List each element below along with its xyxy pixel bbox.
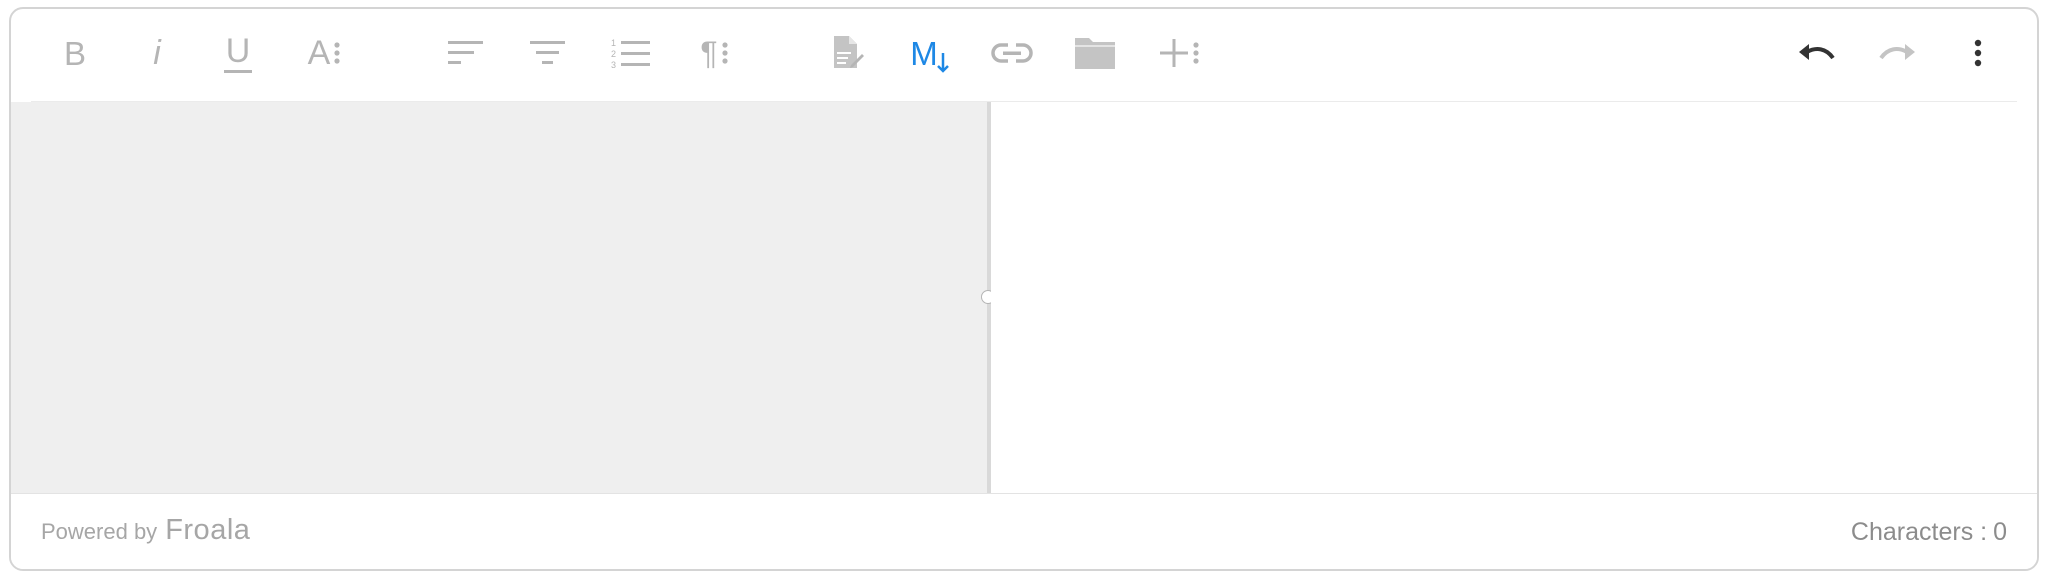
arrow-down-icon — [936, 52, 949, 73]
italic-button[interactable]: i — [127, 23, 187, 83]
underline-bar — [224, 69, 252, 73]
markdown-button[interactable]: M — [900, 23, 960, 83]
insert-file-button[interactable] — [818, 23, 878, 83]
insert-link-button[interactable] — [982, 23, 1042, 83]
plus-icon — [1160, 39, 1188, 67]
text-format-more-icon: A — [308, 36, 341, 70]
more-dots-icon — [1193, 42, 1199, 64]
editor-pane-left[interactable] — [11, 102, 987, 493]
paragraph-more-button[interactable]: ¶ — [684, 23, 744, 83]
undo-button[interactable] — [1786, 23, 1846, 83]
ordered-list-icon: 1 2 3 — [611, 38, 650, 69]
insert-file-icon — [834, 36, 864, 68]
ordered-list-button[interactable]: 1 2 3 — [601, 23, 661, 83]
powered-by-text: Powered by — [41, 519, 158, 544]
underline-glyph: U — [225, 31, 251, 70]
svg-text:2: 2 — [611, 49, 616, 59]
align-center-icon — [530, 41, 565, 64]
powered-by-link[interactable]: Powered by Froala — [41, 514, 250, 547]
paragraph-more-icon: ¶ — [700, 35, 728, 71]
align-center-button[interactable] — [518, 23, 578, 83]
markdown-icon: M — [910, 34, 950, 73]
character-counter: Characters : 0 — [1851, 518, 2007, 547]
font-style-glyph: A — [307, 34, 331, 72]
align-left-icon — [448, 41, 483, 64]
more-button[interactable] — [1948, 23, 2008, 83]
character-counter-label: Characters : — [1850, 518, 1988, 546]
text-format-more-button[interactable]: A — [294, 23, 354, 83]
underline-button[interactable]: U — [208, 23, 268, 83]
more-vertical-icon — [1974, 39, 1982, 67]
paragraph-glyph: ¶ — [700, 35, 718, 71]
svg-text:1: 1 — [611, 38, 616, 48]
editor-toolbar: B i U A 1 2 3 ¶ M — [11, 9, 2037, 102]
svg-text:3: 3 — [611, 60, 616, 69]
markdown-preview-pane[interactable] — [991, 102, 2037, 493]
redo-button[interactable] — [1868, 23, 1928, 83]
redo-icon — [1879, 44, 1915, 60]
more-dots-icon — [721, 42, 728, 64]
underline-icon: U — [224, 34, 252, 73]
align-left-button[interactable] — [436, 23, 496, 83]
insert-link-icon — [991, 43, 1033, 63]
character-counter-value: 0 — [1993, 518, 2007, 546]
froala-logo: Froala — [165, 514, 251, 546]
editor-footer: Powered by Froala Characters : 0 — [11, 493, 2037, 569]
italic-icon: i — [153, 34, 161, 72]
undo-icon — [1799, 44, 1835, 60]
file-manager-button[interactable] — [1065, 23, 1125, 83]
bold-button[interactable]: B — [45, 23, 105, 83]
markdown-glyph: M — [910, 34, 938, 72]
insert-more-button[interactable] — [1149, 23, 1209, 83]
rich-text-editor: B i U A 1 2 3 ¶ M Powered by Froala Char… — [9, 7, 2039, 571]
more-dots-icon — [334, 42, 340, 64]
bold-icon: B — [63, 34, 86, 72]
insert-more-icon — [1159, 38, 1199, 68]
editor-content-area — [11, 102, 2037, 493]
folder-icon — [1075, 38, 1115, 69]
